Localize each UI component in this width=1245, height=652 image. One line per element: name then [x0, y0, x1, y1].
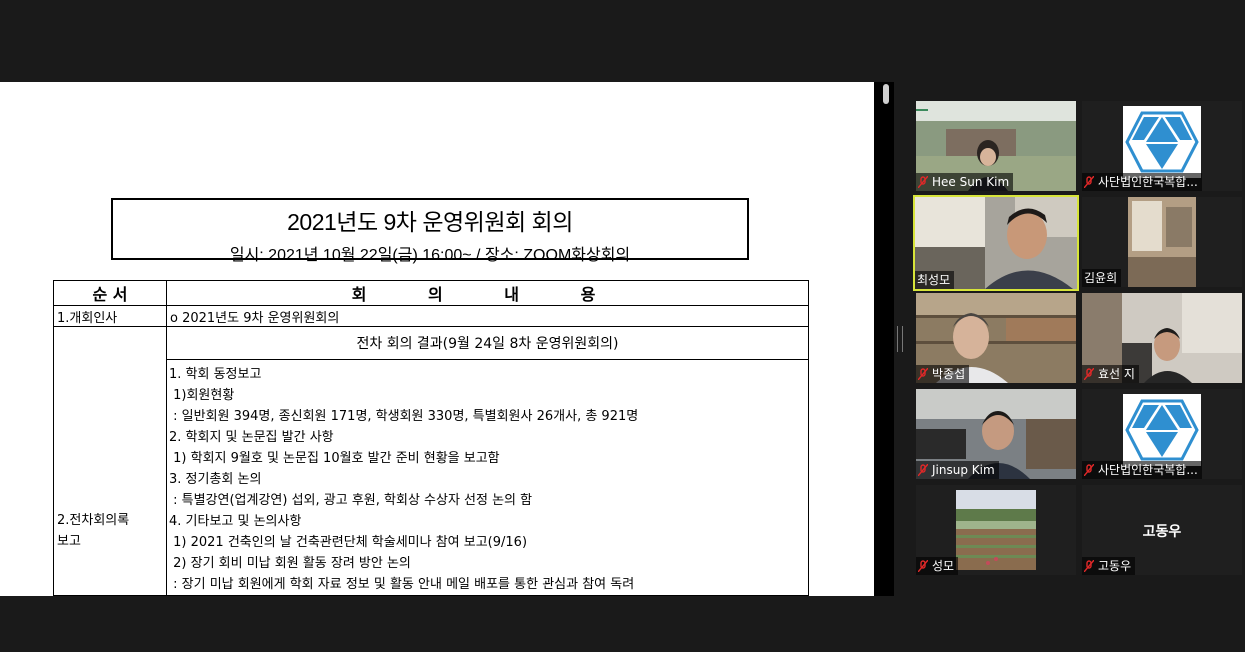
muted-mic-icon	[918, 464, 928, 476]
muted-mic-icon	[1084, 464, 1094, 476]
active-speaker-tile[interactable]: 최성모	[913, 195, 1079, 291]
participant-tile[interactable]: 성모	[916, 485, 1076, 575]
share-scrollbar-track[interactable]	[874, 82, 894, 596]
muted-mic-icon	[918, 560, 928, 572]
content-line: 4. 기타보고 및 논의사항	[169, 514, 302, 529]
participant-name: Hee Sun Kim	[932, 175, 1010, 189]
participant-name-bar: 김윤희	[1082, 269, 1122, 287]
participant-tile[interactable]: 고동우 고동우	[1082, 485, 1242, 575]
content-line: : 일반회원 394명, 종신회원 171명, 학생회원 330명, 특별회원사…	[169, 409, 639, 424]
meeting-title-box: 2021년도 9차 운영위원회 회의 일시: 2021년 10월 22일(금) …	[111, 198, 749, 264]
participant-name: 성모	[932, 559, 955, 573]
participant-name-bar: Hee Sun Kim	[916, 173, 1014, 191]
row2-label: 2.전차회의록 보고	[53, 326, 167, 596]
content-line: : 장기 미납 회원에게 학회 자료 정보 및 활동 안내 메일 배포를 통한 …	[169, 577, 635, 592]
shared-screen: 2021년도 9차 운영위원회 회의 일시: 2021년 10월 22일(금) …	[0, 82, 874, 596]
document-subtitle: 일시: 2021년 10월 22일(금) 16:00~ / 장소: ZOOM화상…	[229, 247, 631, 264]
row1-label: 1.개회인사	[53, 305, 167, 327]
share-scrollbar-thumb[interactable]	[883, 84, 889, 104]
content-line: 1. 학회 동정보고	[169, 367, 262, 382]
header-order: 순 서	[53, 280, 167, 306]
content-line: : 특별강연(업계강연) 섭외, 광고 후원, 학회상 수상자 선정 논의 함	[169, 493, 533, 508]
participant-name-bar: 효선 지	[1082, 365, 1139, 383]
header-content-label: 회 의 내 용	[351, 285, 624, 304]
row2-content: 1. 학회 동정보고 1)회원현황 : 일반회원 394명, 종신회원 171명…	[166, 359, 809, 596]
participant-name: 고동우	[1098, 559, 1132, 573]
participant-name: 사단법인한국복합...	[1098, 463, 1198, 477]
bottom-black-bar	[0, 596, 1245, 652]
participant-name-bar: 사단법인한국복합...	[1082, 461, 1202, 479]
row2-heading: 전차 회의 결과(9월 24일 8차 운영위원회의)	[166, 326, 809, 360]
content-line: 1) 2021 건축인의 날 건축관련단체 학술세미나 참여 보고(9/16)	[169, 535, 528, 550]
participant-name: 김윤희	[1084, 271, 1118, 285]
participant-center-name: 고동우	[1142, 524, 1182, 540]
participant-name: 박종섭	[932, 367, 966, 381]
muted-mic-icon	[918, 176, 928, 188]
split-view-resize-handle[interactable]	[897, 326, 903, 352]
participant-tile[interactable]: Jinsup Kim	[916, 389, 1076, 479]
content-line: 3. 정기총회 논의	[169, 472, 262, 487]
content-line: 1) 학회지 9월호 및 논문집 10월호 발간 준비 현황을 보고함	[169, 451, 500, 466]
participant-tile[interactable]: 사단법인한국복합...	[1082, 101, 1242, 191]
agenda-table: 순 서 회 의 내 용 1.개회인사 o 2021년도 9차 운영위원회의 2.…	[53, 280, 809, 596]
participant-name-bar: 사단법인한국복합...	[1082, 173, 1202, 191]
content-line: 2. 학회지 및 논문집 발간 사항	[169, 430, 334, 445]
participant-name-bar: 성모	[916, 557, 959, 575]
participant-tile[interactable]: 김윤희	[1082, 197, 1242, 287]
participant-tile[interactable]: 사단법인한국복합...	[1082, 389, 1242, 479]
participant-name-bar: Jinsup Kim	[916, 461, 999, 479]
content-line: 1)회원현황	[169, 388, 235, 403]
participant-name: 사단법인한국복합...	[1098, 175, 1198, 189]
participant-tile[interactable]: 효선 지	[1082, 293, 1242, 383]
document-title: 2021년도 9차 운영위원회 회의	[287, 209, 573, 235]
muted-mic-icon	[1084, 368, 1094, 380]
participant-tile[interactable]: 박종섭	[916, 293, 1076, 383]
participant-name: Jinsup Kim	[932, 463, 995, 477]
muted-mic-icon	[1084, 560, 1094, 572]
content-line: 2) 장기 회비 미납 회원 활동 장려 방안 논의	[169, 556, 411, 571]
participant-name-bar: 최성모	[915, 271, 955, 289]
top-black-bar	[0, 0, 1245, 82]
participant-tile[interactable]: Hee Sun Kim	[916, 101, 1076, 191]
participant-name: 최성모	[917, 273, 951, 287]
participant-name-bar: 박종섭	[916, 365, 970, 383]
participant-name-bar: 고동우	[1082, 557, 1136, 575]
participant-name: 효선 지	[1098, 367, 1135, 381]
muted-mic-icon	[918, 368, 928, 380]
muted-mic-icon	[1084, 176, 1094, 188]
row1-content: o 2021년도 9차 운영위원회의	[166, 305, 809, 327]
header-content: 회 의 내 용	[166, 280, 809, 306]
